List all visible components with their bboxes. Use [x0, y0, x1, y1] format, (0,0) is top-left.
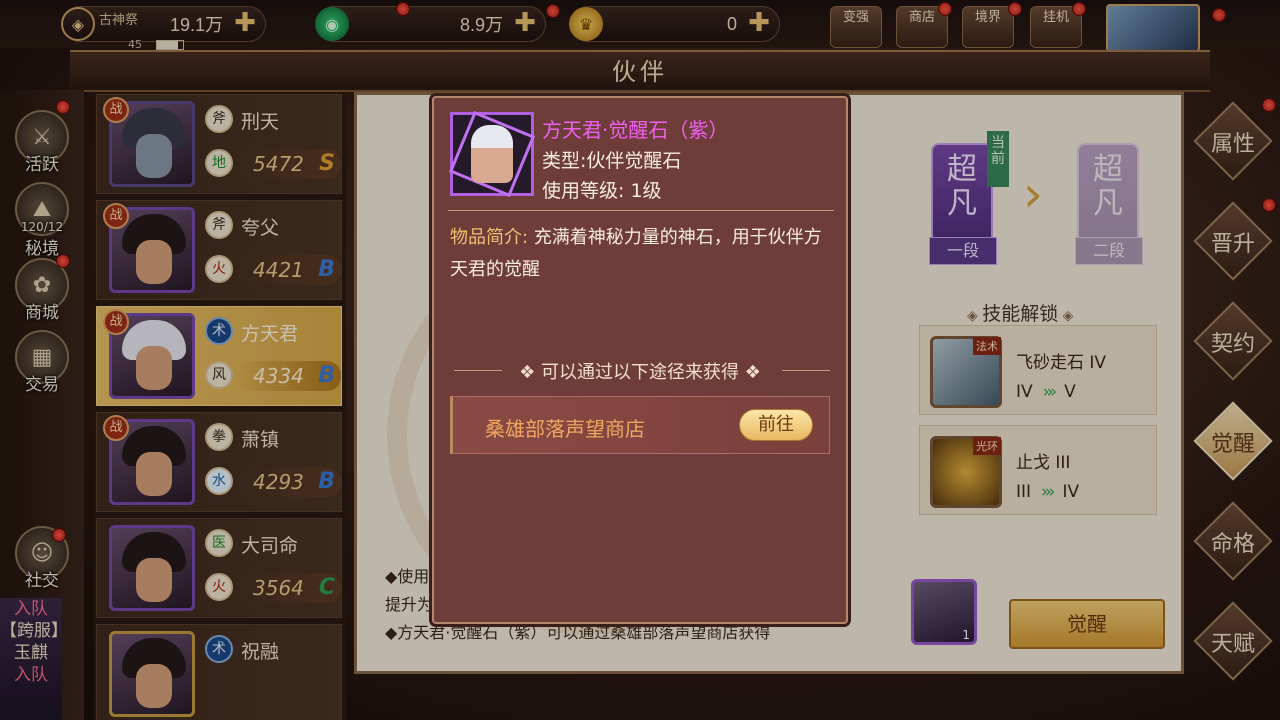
divider [448, 210, 834, 211]
obtain-ways-heading: ❖ 可以通过以下途径来获得 ❖ [519, 362, 761, 383]
item-tooltip-popup: 方天君·觉醒石（紫） 类型:伙伴觉醒石 使用等级: 1级 物品简介: 充满着神秘… [432, 96, 848, 624]
item-level: 使用等级: 1级 [542, 180, 662, 202]
item-name: 方天君·觉醒石（紫） [542, 118, 729, 142]
item-intro: 物品简介: 充满着神秘力量的神石，用于伙伴方天君的觉醒 [450, 222, 834, 286]
intro-label: 物品简介: [450, 227, 529, 248]
item-type: 类型:伙伴觉醒石 [542, 150, 682, 172]
go-button[interactable]: 前往 [739, 409, 813, 441]
obtain-source-row[interactable]: 桑雄部落声望商店 前往 [450, 396, 830, 454]
divider [782, 370, 830, 371]
source-name: 桑雄部落声望商店 [485, 417, 645, 441]
awaken-stone-icon [448, 110, 536, 198]
